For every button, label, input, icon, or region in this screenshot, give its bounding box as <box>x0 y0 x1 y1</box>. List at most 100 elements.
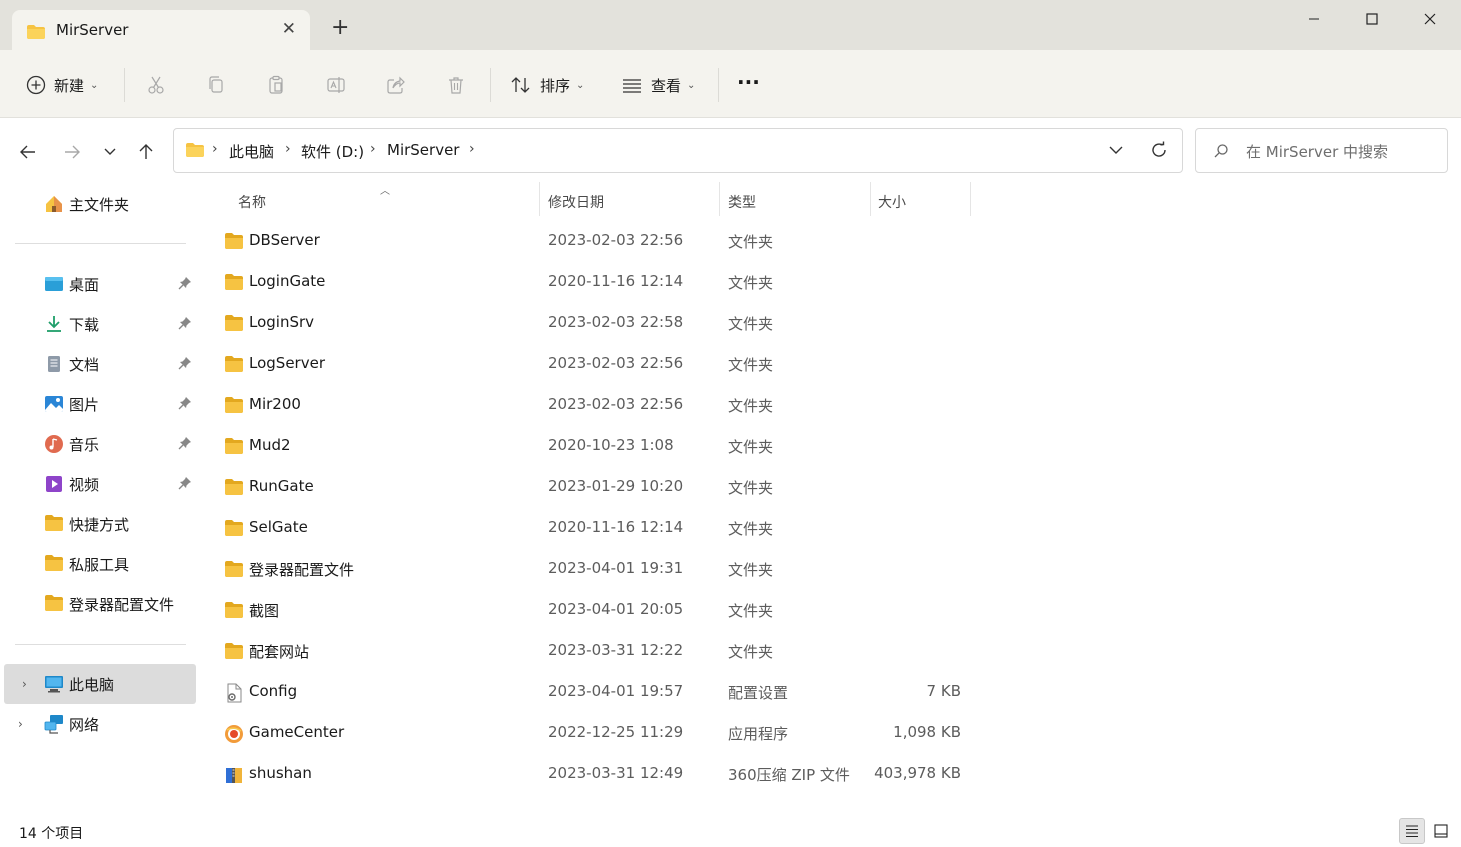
close-tab-icon[interactable]: ✕ <box>282 19 296 39</box>
forward-button[interactable] <box>60 140 84 164</box>
column-divider[interactable] <box>970 182 971 216</box>
pin-icon[interactable] <box>178 476 192 494</box>
sidebar-item-documents[interactable]: 文档 <box>0 344 196 384</box>
breadcrumb-chevron-icon[interactable]: › <box>469 141 475 157</box>
file-type: 文件夹 <box>728 479 774 497</box>
sidebar-item-label: 桌面 <box>69 276 100 294</box>
file-name: Mud2 <box>249 436 291 454</box>
new-tab-button[interactable]: + <box>331 17 349 39</box>
column-header-size[interactable]: 大小 <box>878 192 906 212</box>
network-icon <box>44 714 64 734</box>
sidebar-item-this-pc[interactable]: › 此电脑 <box>4 664 196 704</box>
breadcrumb-chevron-icon[interactable]: › <box>212 141 218 157</box>
sidebar-item-tools[interactable]: 私服工具 <box>0 544 196 584</box>
table-row[interactable]: RunGate 2023-01-29 10:20 文件夹 <box>200 467 980 508</box>
sidebar-item-network[interactable]: › 网络 <box>0 704 196 744</box>
table-row[interactable]: 登录器配置文件 2023-04-01 19:31 文件夹 <box>200 549 980 590</box>
address-bar[interactable]: › 此电脑 › 软件 (D:) › MirServer › <box>173 128 1183 173</box>
sidebar-item-label: 视频 <box>69 476 100 494</box>
pin-icon[interactable] <box>178 436 192 454</box>
maximize-button[interactable] <box>1343 0 1401 38</box>
search-input[interactable]: 在 MirServer 中搜索 <box>1195 128 1448 173</box>
view-button[interactable]: 查看 ⌄ <box>621 70 695 100</box>
recent-locations-button[interactable] <box>98 140 122 164</box>
status-bar: 14 个项目 <box>0 817 1461 847</box>
sidebar-item-home[interactable]: 主文件夹 <box>0 184 196 224</box>
file-modified-date: 2023-03-31 12:49 <box>548 764 684 782</box>
breadcrumb-mirserver[interactable]: MirServer <box>387 141 459 159</box>
rename-button[interactable] <box>323 72 349 98</box>
column-divider[interactable] <box>870 182 871 216</box>
pin-icon[interactable] <box>178 396 192 414</box>
sidebar-item-desktop[interactable]: 桌面 <box>0 264 196 304</box>
tiles-view-button[interactable] <box>1428 818 1454 844</box>
sidebar-item-pictures[interactable]: 图片 <box>0 384 196 424</box>
table-row[interactable]: LoginGate 2020-11-16 12:14 文件夹 <box>200 262 980 303</box>
column-divider[interactable] <box>719 182 720 216</box>
table-row[interactable]: Mud2 2020-10-23 1:08 文件夹 <box>200 426 980 467</box>
sidebar-item-videos[interactable]: 视频 <box>0 464 196 504</box>
tab-mirserver[interactable]: MirServer ✕ <box>12 10 310 50</box>
file-modified-date: 2020-11-16 12:14 <box>548 272 684 290</box>
breadcrumb-drive-d[interactable]: 软件 (D:) <box>301 141 364 162</box>
sidebar-item-label: 图片 <box>69 396 100 414</box>
address-history-button[interactable] <box>1108 142 1124 162</box>
pin-icon[interactable] <box>178 356 192 374</box>
chevron-right-icon[interactable]: › <box>18 717 23 731</box>
up-button[interactable] <box>134 140 158 164</box>
column-header-type[interactable]: 类型 <box>728 192 756 212</box>
copy-button[interactable] <box>203 72 229 98</box>
table-row[interactable]: Config 2023-04-01 19:57 配置设置 7 KB <box>200 672 980 713</box>
paste-button[interactable] <box>263 72 289 98</box>
sidebar-item-downloads[interactable]: 下载 <box>0 304 196 344</box>
details-view-button[interactable] <box>1399 818 1425 844</box>
more-options-button[interactable]: ··· <box>737 67 760 97</box>
table-row[interactable]: 配套网站 2023-03-31 12:22 文件夹 <box>200 631 980 672</box>
column-divider[interactable] <box>539 182 540 216</box>
back-button[interactable] <box>16 140 40 164</box>
share-icon <box>387 76 405 94</box>
table-row[interactable]: LoginSrv 2023-02-03 22:58 文件夹 <box>200 303 980 344</box>
sidebar-item-shortcuts[interactable]: 快捷方式 <box>0 504 196 544</box>
table-row[interactable]: Mir200 2023-02-03 22:56 文件夹 <box>200 385 980 426</box>
home-icon <box>44 194 64 214</box>
column-header-name[interactable]: 名称 <box>238 192 266 212</box>
details-view-icon <box>1406 825 1418 838</box>
table-row[interactable]: LogServer 2023-02-03 22:56 文件夹 <box>200 344 980 385</box>
cut-button[interactable] <box>143 72 169 98</box>
sort-button[interactable]: 排序 ⌄ <box>510 70 584 100</box>
folder-icon <box>44 594 64 614</box>
maximize-icon <box>1366 13 1378 25</box>
table-row[interactable]: shushan 2023-03-31 12:49 360压缩 ZIP 文件 403,9… <box>200 754 980 795</box>
minimize-icon <box>1309 18 1319 20</box>
pin-icon[interactable] <box>178 316 192 334</box>
refresh-button[interactable] <box>1150 141 1168 163</box>
file-name: LoginSrv <box>249 313 315 331</box>
pin-icon[interactable] <box>178 276 192 294</box>
sort-ascending-icon: ︿ <box>380 186 390 197</box>
file-size: 1,098 KB <box>893 723 961 741</box>
close-window-button[interactable] <box>1401 0 1459 38</box>
breadcrumb-this-pc[interactable]: 此电脑 <box>229 141 274 162</box>
share-button[interactable] <box>383 72 409 98</box>
new-button[interactable]: 新建 ⌄ <box>26 70 98 100</box>
table-row[interactable]: 截图 2023-04-01 20:05 文件夹 <box>200 590 980 631</box>
sidebar-item-launcher-config[interactable]: 登录器配置文件 <box>0 584 196 624</box>
breadcrumb-chevron-icon[interactable]: › <box>370 141 376 157</box>
file-type: 文件夹 <box>728 520 774 538</box>
table-row[interactable]: SelGate 2020-11-16 12:14 文件夹 <box>200 508 980 549</box>
column-header-date[interactable]: 修改日期 <box>548 192 604 212</box>
sidebar-item-music[interactable]: 音乐 <box>0 424 196 464</box>
sidebar-item-label: 网络 <box>69 716 100 734</box>
table-row[interactable]: DBServer 2023-02-03 22:56 文件夹 <box>200 221 980 262</box>
delete-button[interactable] <box>443 72 469 98</box>
file-type: 文件夹 <box>728 397 774 415</box>
sidebar-item-label: 登录器配置文件 <box>69 596 175 614</box>
minimize-button[interactable] <box>1285 0 1343 38</box>
breadcrumb-chevron-icon[interactable]: › <box>285 141 291 157</box>
table-row[interactable]: GameCenter 2022-12-25 11:29 应用程序 1,098 KB <box>200 713 980 754</box>
rename-icon <box>327 77 345 93</box>
chevron-right-icon[interactable]: › <box>22 677 27 691</box>
arrow-up-icon <box>139 144 153 159</box>
refresh-icon <box>1152 141 1166 157</box>
